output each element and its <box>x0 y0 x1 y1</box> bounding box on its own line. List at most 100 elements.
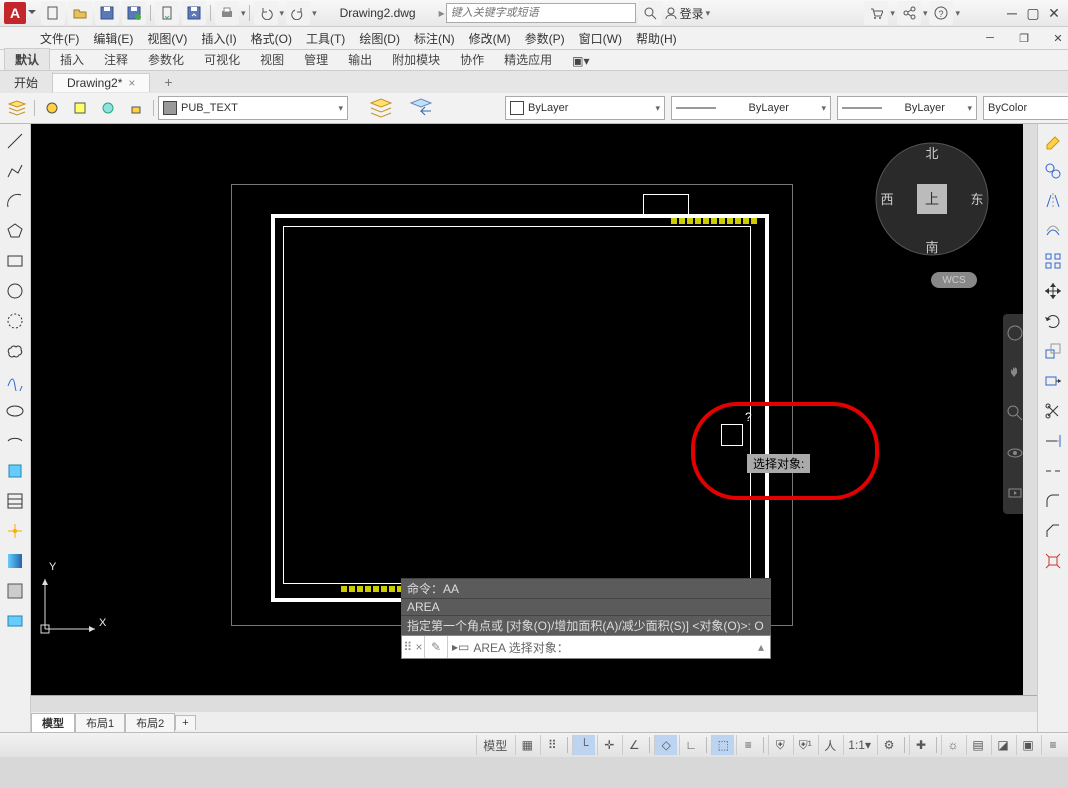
circle-icon[interactable] <box>2 278 28 304</box>
layer-lock-icon[interactable] <box>124 96 148 120</box>
chamfer-icon[interactable] <box>1040 518 1066 544</box>
menu-view[interactable]: 视图(V) <box>147 30 187 47</box>
offset-icon[interactable] <box>1040 218 1066 244</box>
tab-view[interactable]: 视图 <box>250 49 294 70</box>
ellipse-arc-icon[interactable] <box>2 428 28 454</box>
app-logo[interactable]: A <box>4 2 26 24</box>
layout-add[interactable]: + <box>175 715 195 730</box>
layer-selector[interactable]: PUB_TEXT ▾ <box>158 96 348 120</box>
viewcube[interactable]: 上 北 南 西 东 <box>867 134 997 264</box>
scale-icon[interactable] <box>1040 338 1066 364</box>
save-icon[interactable] <box>95 1 119 25</box>
tab-featured[interactable]: 精选应用 <box>494 49 562 70</box>
sb-annoscale-icon[interactable]: ⛨¹ <box>793 735 816 755</box>
search-icon[interactable] <box>638 1 662 25</box>
sb-ui-lock-icon[interactable]: ☼ <box>941 735 964 755</box>
menu-window[interactable]: 窗口(W) <box>579 30 622 47</box>
filetab-start[interactable]: 开始 <box>0 72 53 93</box>
help-icon[interactable]: ? <box>929 1 953 25</box>
tab-visual[interactable]: 可视化 <box>194 49 250 70</box>
tab-param[interactable]: 参数化 <box>138 49 194 70</box>
cart-icon[interactable] <box>864 1 888 25</box>
sb-custom-icon[interactable]: ≡ <box>1041 735 1064 755</box>
sb-isolate-icon[interactable]: ◪ <box>991 735 1014 755</box>
sb-quickprops-icon[interactable]: ✚ <box>909 735 932 755</box>
undo-dropdown[interactable]: ▾ <box>280 8 285 19</box>
drawing-canvas[interactable]: 上 北 南 西 东 WCS ? 选择对象: <box>31 124 1037 695</box>
undo-icon[interactable] <box>254 1 278 25</box>
break-icon[interactable] <box>1040 458 1066 484</box>
fillet-icon[interactable] <box>1040 488 1066 514</box>
redo-icon[interactable] <box>286 1 310 25</box>
point-icon[interactable] <box>2 518 28 544</box>
sb-osnap-icon[interactable]: ◇ <box>654 735 677 755</box>
tab-collab[interactable]: 协作 <box>450 49 494 70</box>
sb-grid-icon[interactable]: ▦ <box>515 735 538 755</box>
ribbon-collapse[interactable]: ▣▾ <box>562 52 599 70</box>
sb-ws-icon[interactable]: ⚙ <box>877 735 900 755</box>
prop-linetype[interactable]: ByLayer▾ <box>671 96 831 120</box>
menu-edit[interactable]: 编辑(E) <box>93 30 133 47</box>
print-dropdown[interactable]: ▾ <box>241 8 246 19</box>
filetab-new[interactable]: + <box>150 72 186 92</box>
maximize-icon[interactable]: ▢ <box>1023 4 1043 22</box>
line-icon[interactable] <box>2 128 28 154</box>
sb-otrack-icon[interactable]: ∟ <box>679 735 702 755</box>
sb-iso-icon[interactable]: ∠ <box>622 735 645 755</box>
tab-addon[interactable]: 附加模块 <box>382 49 450 70</box>
menu-insert[interactable]: 插入(I) <box>201 30 236 47</box>
saveas-icon[interactable] <box>122 1 146 25</box>
revcloud-icon[interactable] <box>2 338 28 364</box>
close-icon[interactable]: ✕ <box>1044 4 1064 22</box>
cmd-handle-icon[interactable]: ⠿ × <box>402 636 425 658</box>
sb-lwt-icon[interactable]: ≡ <box>736 735 759 755</box>
v-scrollbar[interactable] <box>1023 124 1037 695</box>
sb-anno-icon[interactable]: ⛨ <box>768 735 791 755</box>
menu-file[interactable]: 文件(F) <box>40 30 79 47</box>
menu-dim[interactable]: 标注(N) <box>414 30 455 47</box>
layer-prev-icon[interactable] <box>405 94 441 122</box>
tab-annot[interactable]: 注释 <box>94 49 138 70</box>
new-icon[interactable] <box>41 1 65 25</box>
erase-icon[interactable] <box>1040 128 1066 154</box>
sb-annovis-icon[interactable]: 人 <box>818 735 841 755</box>
layer-props-icon[interactable] <box>5 96 29 120</box>
rect-icon[interactable] <box>2 248 28 274</box>
menu-help[interactable]: 帮助(H) <box>636 30 677 47</box>
menu-param[interactable]: 参数(P) <box>525 30 565 47</box>
sb-dyn-icon[interactable]: ⬚ <box>711 735 734 755</box>
sb-ortho-icon[interactable]: └ <box>572 735 595 755</box>
doc-minimize-icon[interactable]: ─ <box>980 29 1000 47</box>
trim-icon[interactable] <box>1040 398 1066 424</box>
cmd-recent-icon[interactable]: ▴ <box>752 640 770 654</box>
pline-icon[interactable] <box>2 158 28 184</box>
cmd-options-icon[interactable]: ✎ <box>425 636 448 658</box>
tab-output[interactable]: 输出 <box>338 49 382 70</box>
block-icon[interactable] <box>2 458 28 484</box>
menu-format[interactable]: 格式(O) <box>251 30 292 47</box>
tab-default[interactable]: 默认 <box>4 48 50 70</box>
region-icon[interactable] <box>2 578 28 604</box>
open-icon[interactable] <box>68 1 92 25</box>
layer-freeze-icon[interactable] <box>96 96 120 120</box>
doc-close-icon[interactable]: ✕ <box>1048 29 1068 47</box>
doc-restore-icon[interactable]: ❐ <box>1014 29 1034 47</box>
sb-scale[interactable]: 1:1 ▾ <box>843 735 875 755</box>
sb-polar-icon[interactable]: ✛ <box>597 735 620 755</box>
share-icon[interactable] <box>897 1 921 25</box>
layout-model[interactable]: 模型 <box>31 713 75 732</box>
cloud-save-icon[interactable] <box>182 1 206 25</box>
extend-icon[interactable] <box>1040 428 1066 454</box>
hatch-icon[interactable] <box>2 488 28 514</box>
spline-icon[interactable] <box>2 368 28 394</box>
status-model[interactable]: 模型 <box>476 735 513 755</box>
gradient-icon[interactable] <box>2 548 28 574</box>
search-input[interactable] <box>446 3 636 23</box>
mirror-icon[interactable] <box>1040 188 1066 214</box>
login-button[interactable]: 登录 ▾ <box>664 5 711 22</box>
filetab-close-icon[interactable]: × <box>128 76 135 90</box>
copy-icon[interactable] <box>1040 158 1066 184</box>
layer-mini-1[interactable] <box>445 94 465 108</box>
layer-mini-4[interactable] <box>468 109 488 123</box>
minimize-icon[interactable]: ─ <box>1002 4 1022 22</box>
